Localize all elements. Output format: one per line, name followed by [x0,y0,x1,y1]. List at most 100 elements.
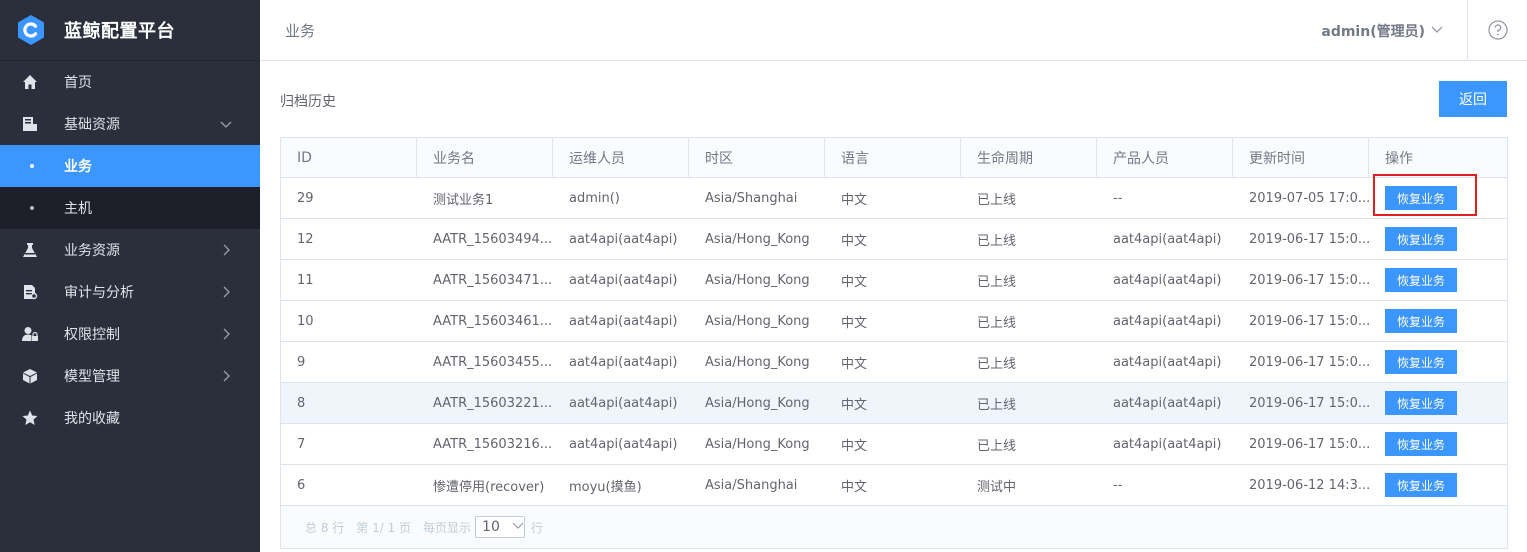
cell-maintainer: admin() [569,190,620,206]
column-header-updated[interactable]: 更新时间 [1233,138,1369,177]
sidebar-item-permission[interactable]: 权限控制 [0,313,260,355]
sidebar-item-business[interactable]: 业务 [0,145,260,187]
cell-name: AATR_15603216... [433,436,553,452]
column-header-product-owner[interactable]: 产品人员 [1097,138,1233,177]
brand[interactable]: 蓝鲸配置平台 [0,0,260,61]
column-header-language[interactable]: 语言 [825,138,961,177]
restore-business-button[interactable]: 恢复业务 [1385,391,1457,415]
per-page-unit: 行 [531,520,544,535]
cell-language: 中文 [841,397,868,413]
section-title: 归档历史 [280,94,336,110]
cell-product-owner: aat4api(aat4api) [1113,354,1222,370]
cell-id: 9 [297,354,306,370]
sidebar: 蓝鲸配置平台 首页 基础资源 业务 主机 业务资源 审计与分析 权限控制 模型管… [0,0,260,552]
sidebar-item-host[interactable]: 主机 [0,187,260,229]
chevron-right-icon [220,370,232,382]
per-page-label: 每页显示 [423,520,472,535]
cell-language: 中文 [841,274,868,290]
cell-lifecycle: 已上线 [977,192,1017,208]
restore-business-button[interactable]: 恢复业务 [1385,227,1457,251]
table-row[interactable]: 9 AATR_15603455... aat4api(aat4api) Asia/Ho… [281,342,1507,383]
table-row[interactable]: 6 惨遭停用(recover) moyu(摸鱼) Asia/Shanghai 中文 测试中… [281,465,1507,506]
cell-language: 中文 [841,438,868,454]
cell-product-owner: -- [1113,477,1123,493]
sidebar-item-model[interactable]: 模型管理 [0,355,260,397]
cell-name: AATR_15603461... [433,313,553,329]
table-row[interactable]: 10 AATR_15603461... aat4api(aat4api) Asia/H… [281,301,1507,342]
server-icon [21,115,39,133]
star-icon [21,409,39,427]
user-menu[interactable]: admin(管理员) [1321,21,1443,41]
back-button[interactable]: 返回 [1439,81,1507,117]
pagination: 总 8 行 第 1/ 1 页 每页显示 10 行 [281,506,1507,548]
cell-lifecycle: 已上线 [977,356,1017,372]
cell-timezone: Asia/Shanghai [705,477,798,493]
cell-updated: 2019-06-17 15:0... [1249,272,1369,288]
table-header: ID 业务名 运维人员 时区 语言 生命周期 产品人员 更新时间 操作 [281,138,1507,178]
column-header-name[interactable]: 业务名 [417,138,553,177]
cell-language: 中文 [841,315,868,331]
restore-business-button[interactable]: 恢复业务 [1385,432,1457,456]
cell-lifecycle: 已上线 [977,438,1017,454]
column-header-lifecycle[interactable]: 生命周期 [961,138,1097,177]
cell-id: 10 [297,313,314,329]
table-row[interactable]: 8 AATR_15603221... aat4api(aat4api) Asia/Ho… [281,383,1507,424]
restore-business-button[interactable]: 恢复业务 [1385,350,1457,374]
cell-actions: 恢复业务 [1369,424,1507,464]
cell-actions: 恢复业务 [1369,383,1507,423]
chevron-down-icon [512,519,524,535]
top-header: 业务 admin(管理员) [260,0,1527,61]
cell-product-owner: aat4api(aat4api) [1113,313,1222,329]
cell-maintainer: moyu(摸鱼) [569,479,642,495]
cell-updated: 2019-06-17 15:0... [1249,436,1369,452]
cell-language: 中文 [841,479,868,495]
cell-timezone: Asia/Hong_Kong [705,354,810,370]
user-name: admin(管理员) [1321,24,1425,40]
cell-lifecycle: 已上线 [977,397,1017,413]
logo-icon [16,14,46,46]
cell-language: 中文 [841,233,868,249]
restore-business-button[interactable]: 恢复业务 [1385,268,1457,292]
sidebar-item-audit[interactable]: 审计与分析 [0,271,260,313]
restore-business-button[interactable]: 恢复业务 [1385,186,1457,210]
sidebar-item-home[interactable]: 首页 [0,61,260,103]
sidebar-item-basic-resources[interactable]: 基础资源 [0,103,260,145]
sidebar-item-label: 业务 [64,159,92,175]
table-row[interactable]: 12 AATR_15603494... aat4api(aat4api) Asia/H… [281,219,1507,260]
bullet-icon [30,206,34,210]
column-header-maintainer[interactable]: 运维人员 [553,138,689,177]
cell-name: 惨遭停用(recover) [433,479,545,495]
table-row[interactable]: 29 测试业务1 admin() Asia/Shanghai 中文 已上线 -- 2019-0… [281,178,1507,219]
sidebar-item-label: 主机 [64,201,92,217]
sidebar-item-business-resources[interactable]: 业务资源 [0,229,260,271]
cell-language: 中文 [841,356,868,372]
cell-maintainer: aat4api(aat4api) [569,313,678,329]
help-icon[interactable] [1488,20,1508,40]
sidebar-item-label: 首页 [64,75,92,91]
column-header-id[interactable]: ID [281,138,417,177]
user-lock-icon [21,325,39,343]
cell-name: AATR_15603455... [433,354,553,370]
restore-business-button[interactable]: 恢复业务 [1385,473,1457,497]
cell-id: 11 [297,272,314,288]
cell-name: AATR_15603221... [433,395,553,411]
total-count: 总 8 行 [305,520,345,535]
cell-actions: 恢复业务 [1369,465,1507,505]
page-size-select[interactable]: 10 [475,516,526,538]
bullet-icon [30,164,34,168]
restore-business-button[interactable]: 恢复业务 [1385,309,1457,333]
cell-updated: 2019-06-12 14:3... [1249,477,1369,493]
sidebar-item-label: 我的收藏 [64,411,120,427]
cell-product-owner: aat4api(aat4api) [1113,272,1222,288]
column-header-actions: 操作 [1385,150,1413,167]
cell-product-owner: aat4api(aat4api) [1113,395,1222,411]
cell-actions: 恢复业务 [1369,178,1507,218]
sidebar-item-label: 权限控制 [64,327,120,343]
home-icon [21,73,39,91]
sidebar-item-favorites[interactable]: 我的收藏 [0,397,260,439]
column-header-timezone[interactable]: 时区 [689,138,825,177]
table-row[interactable]: 11 AATR_15603471... aat4api(aat4api) Asia/H… [281,260,1507,301]
page-indicator: 第 1/ 1 页 [356,520,412,535]
table-row[interactable]: 7 AATR_15603216... aat4api(aat4api) Asia/Ho… [281,424,1507,465]
cell-actions: 恢复业务 [1369,260,1507,300]
